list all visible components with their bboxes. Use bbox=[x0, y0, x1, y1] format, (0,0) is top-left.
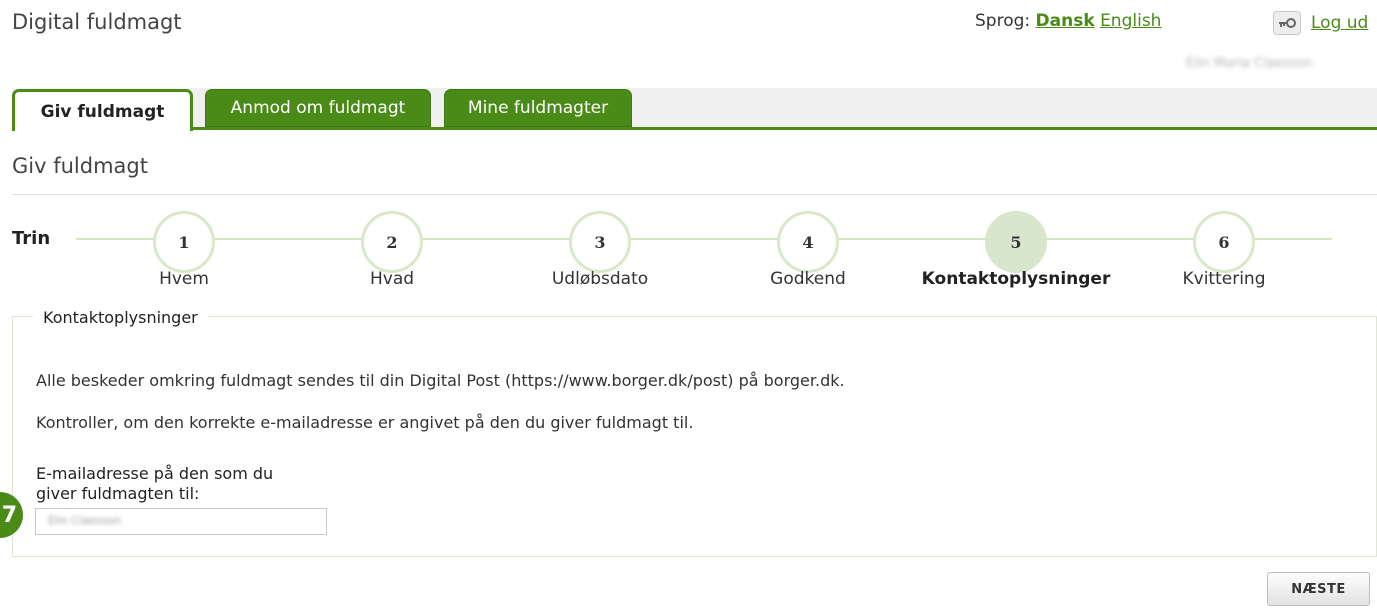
contact-legend: Kontaktoplysninger bbox=[33, 308, 208, 327]
step-2-label: Hvad bbox=[369, 269, 415, 289]
key-icon[interactable] bbox=[1273, 11, 1301, 35]
step-3-circle: 3 bbox=[569, 211, 631, 273]
email-check-info: Kontroller, om den korrekte e-mailadress… bbox=[36, 413, 694, 432]
email-label-line-2: giver fuldmagten til: bbox=[36, 484, 200, 503]
step-1-label: Hvem bbox=[159, 269, 209, 289]
digital-post-info: Alle beskeder omkring fuldmagt sendes ti… bbox=[36, 371, 845, 390]
step-5-label: Kontaktoplysninger bbox=[921, 269, 1111, 289]
step-2-circle: 2 bbox=[361, 211, 423, 273]
page-title: Giv fuldmagt bbox=[12, 154, 148, 178]
step-1-circle: 1 bbox=[153, 211, 215, 273]
stepper-track bbox=[76, 238, 1332, 240]
logout-link[interactable]: Log ud bbox=[1311, 13, 1368, 33]
step-3-label: Udløbsdato bbox=[551, 269, 649, 289]
email-input[interactable]: Elin Claesson bbox=[35, 508, 327, 535]
stepper-label: Trin bbox=[12, 228, 51, 249]
email-label: E-mailadresse på den som du giver fuldma… bbox=[36, 464, 273, 504]
tab-anmod-om-fuldmagt[interactable]: Anmod om fuldmagt bbox=[205, 89, 431, 127]
language-selector: Sprog: Dansk English bbox=[975, 11, 1161, 31]
step-5-circle: 5 bbox=[985, 211, 1047, 273]
user-name: Elin Maria Claesson bbox=[1186, 56, 1313, 71]
logout-area: Log ud bbox=[1273, 11, 1368, 35]
email-label-line-1: E-mailadresse på den som du bbox=[36, 464, 274, 483]
language-english-link[interactable]: English bbox=[1100, 11, 1161, 31]
step-6-label: Kvittering bbox=[1182, 269, 1266, 289]
language-dansk-link[interactable]: Dansk bbox=[1036, 11, 1095, 31]
step-6-circle: 6 bbox=[1193, 211, 1255, 273]
language-prefix: Sprog: bbox=[975, 11, 1031, 31]
email-value: Elin Claesson bbox=[48, 514, 121, 527]
tab-bar: Giv fuldmagt Anmod om fuldmagt Mine fuld… bbox=[12, 88, 1377, 131]
step-4-label: Godkend bbox=[770, 269, 846, 289]
tab-giv-fuldmagt[interactable]: Giv fuldmagt bbox=[12, 89, 193, 131]
step-indicator: Trin 1 Hvem 2 Hvad 3 Udløbsdato 4 Godken… bbox=[0, 205, 1377, 300]
app-title: Digital fuldmagt bbox=[12, 10, 182, 34]
contact-fieldset: Kontaktoplysninger Alle beskeder omkring… bbox=[12, 308, 1377, 557]
next-button[interactable]: NÆSTE bbox=[1267, 572, 1370, 606]
step-4-circle: 4 bbox=[777, 211, 839, 273]
tab-mine-fuldmagter[interactable]: Mine fuldmagter bbox=[444, 89, 632, 127]
title-divider bbox=[12, 194, 1377, 195]
